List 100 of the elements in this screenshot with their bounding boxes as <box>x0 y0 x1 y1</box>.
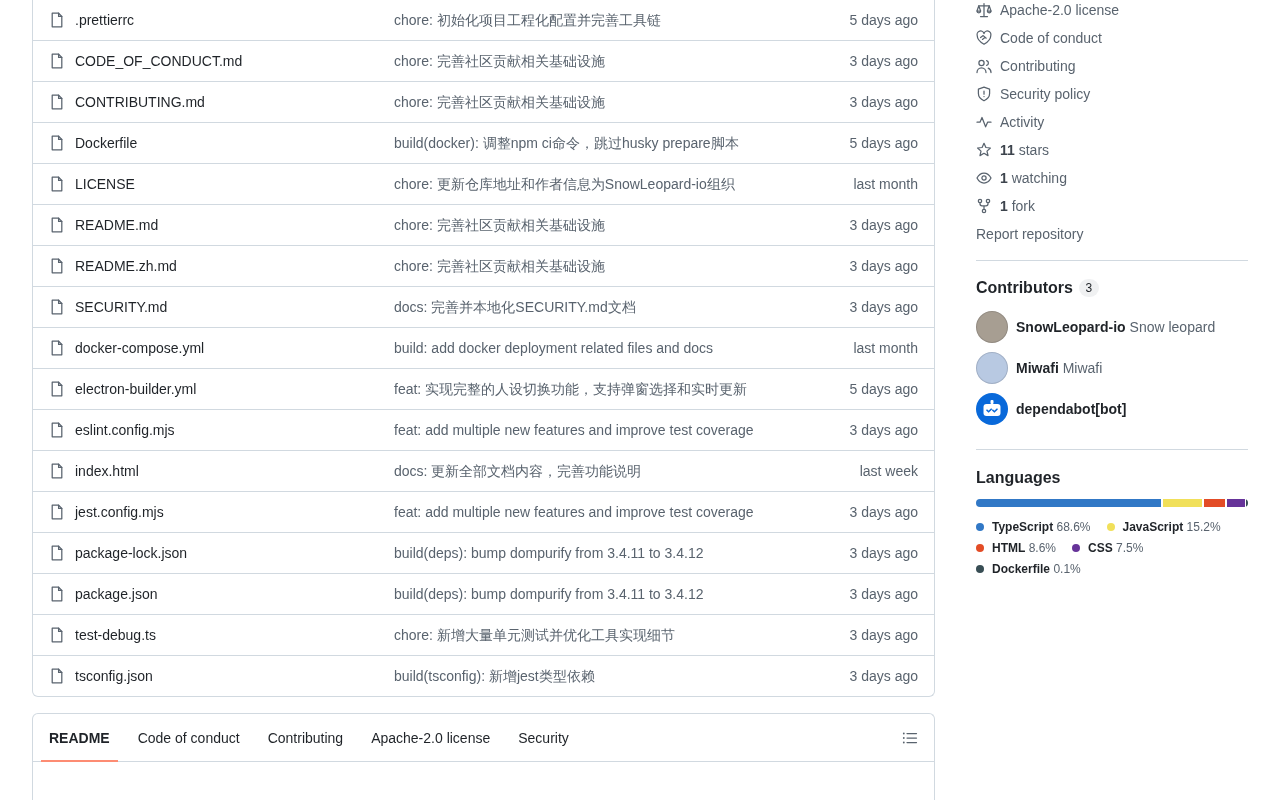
contributor-link[interactable]: Miwafi Miwafi <box>1016 358 1103 378</box>
commit-message-link[interactable]: build(deps): bump dompurify from 3.4.11 to 3.4.12 <box>394 543 704 563</box>
languages-heading: Languages <box>976 468 1062 488</box>
commit-time: 3 days ago <box>849 503 918 522</box>
file-name-link[interactable]: docker-compose.yml <box>75 338 205 358</box>
readme-tab[interactable]: README <box>41 714 118 762</box>
contributor-count: 3 <box>1078 279 1099 297</box>
commit-message-link[interactable]: feat: 实现完整的人设切换功能，支持弹窗选择和实时更新 <box>394 379 748 399</box>
readme-tab[interactable]: Contributing <box>259 714 352 762</box>
file-name-link[interactable]: jest.config.mjs <box>75 502 164 522</box>
commit-time: 3 days ago <box>849 93 918 112</box>
file-name-link[interactable]: .prettierrc <box>75 10 135 30</box>
file-name-link[interactable]: README.md <box>75 215 159 235</box>
commit-message-link[interactable]: docs: 完善并本地化SECURITY.md文档 <box>394 297 636 317</box>
file-name-link[interactable]: eslint.config.mjs <box>75 420 175 440</box>
contributor-link[interactable]: SnowLeopard-io Snow leopard <box>1016 317 1216 337</box>
shield-icon <box>976 86 992 102</box>
avatar-placeholder[interactable] <box>976 311 1008 343</box>
readme-tab[interactable]: Apache-2.0 license <box>363 714 499 762</box>
contributing-link[interactable]: Contributing <box>976 56 1248 76</box>
commit-time: last week <box>859 462 918 481</box>
language-link[interactable]: HTML 8.6% <box>976 539 1057 557</box>
commit-time: 3 days ago <box>849 421 918 440</box>
file-name-link[interactable]: SECURITY.md <box>75 297 168 317</box>
language-link[interactable]: CSS 7.5% <box>1072 539 1144 557</box>
commit-message-link[interactable]: chore: 完善社区贡献相关基础设施 <box>394 215 605 235</box>
license-link[interactable]: Apache-2.0 license <box>976 0 1248 20</box>
file-name-link[interactable]: LICENSE <box>75 174 135 194</box>
heart-icon <box>976 30 992 46</box>
commit-message-link[interactable]: build(deps): bump dompurify from 3.4.11 to 3.4.12 <box>394 584 704 604</box>
code-of-conduct-link[interactable]: Code of conduct <box>976 28 1248 48</box>
list-icon <box>902 730 918 746</box>
file-icon <box>49 217 65 233</box>
commit-time: 3 days ago <box>849 667 918 686</box>
file-icon <box>49 135 65 151</box>
file-name-link[interactable]: CONTRIBUTING.md <box>75 92 205 112</box>
file-icon <box>49 668 65 684</box>
readme-tab[interactable]: Code of conduct <box>129 714 248 762</box>
report-repository-link[interactable]: Report repository <box>976 224 1084 244</box>
file-icon <box>49 299 65 315</box>
commit-message-link[interactable]: chore: 完善社区贡献相关基础设施 <box>394 92 605 112</box>
commit-time: 3 days ago <box>849 52 918 71</box>
commit-time: 3 days ago <box>849 626 918 645</box>
activity-link[interactable]: Activity <box>976 112 1248 132</box>
file-name-link[interactable]: electron-builder.yml <box>75 379 197 399</box>
fork-icon <box>976 198 992 214</box>
file-name-link[interactable]: test-debug.ts <box>75 625 156 645</box>
scale-icon <box>976 2 992 18</box>
language-bar-segment <box>1163 499 1202 507</box>
forks-link[interactable]: 1 fork <box>976 196 1248 216</box>
watchers-link[interactable]: 1 watching <box>976 168 1248 188</box>
commit-time: 3 days ago <box>849 216 918 235</box>
language-link[interactable]: TypeScript 68.6% <box>976 518 1091 536</box>
pulse-icon <box>976 114 992 130</box>
commit-message-link[interactable]: build: add docker deployment related files and docs <box>394 338 714 358</box>
commit-time: 5 days ago <box>849 11 918 30</box>
commit-time: 5 days ago <box>849 380 918 399</box>
file-icon <box>49 463 65 479</box>
contributors-heading[interactable]: Contributors <box>976 276 1073 300</box>
commit-time: 5 days ago <box>849 134 918 153</box>
file-name-link[interactable]: package-lock.json <box>75 543 188 563</box>
file-icon <box>49 504 65 520</box>
commit-message-link[interactable]: docs: 更新全部文档内容，完善功能说明 <box>394 461 642 481</box>
file-name-link[interactable]: Dockerfile <box>75 133 138 153</box>
file-icon <box>49 176 65 192</box>
file-icon <box>49 381 65 397</box>
commit-message-link[interactable]: build(tsconfig): 新增jest类型依赖 <box>394 666 595 686</box>
language-link[interactable]: Dockerfile 0.1% <box>976 560 1081 578</box>
commit-message-link[interactable]: chore: 完善社区贡献相关基础设施 <box>394 256 605 276</box>
file-name-link[interactable]: package.json <box>75 584 158 604</box>
commit-message-link[interactable]: chore: 初始化项目工程化配置并完善工具链 <box>394 10 661 30</box>
file-name-link[interactable]: index.html <box>75 461 139 481</box>
bot-avatar-icon[interactable] <box>976 393 1008 425</box>
commit-time: 3 days ago <box>849 298 918 317</box>
commit-time: last month <box>853 175 918 194</box>
readme-tab[interactable]: Security <box>510 714 577 762</box>
commit-message-link[interactable]: feat: add multiple new features and improve test coverage <box>394 502 754 522</box>
file-icon <box>49 422 65 438</box>
commit-message-link[interactable]: chore: 更新仓库地址和作者信息为SnowLeopard-io组织 <box>394 174 735 194</box>
file-icon <box>49 12 65 28</box>
commit-time: last month <box>853 339 918 358</box>
contributor-link[interactable]: dependabot[bot] <box>1016 399 1127 419</box>
commit-message-link[interactable]: build(docker): 调整npm ci命令，跳过husky prepare脚本 <box>394 133 739 153</box>
security-policy-link[interactable]: Security policy <box>976 84 1248 104</box>
language-bar-segment <box>1204 499 1225 507</box>
file-icon <box>49 340 65 356</box>
file-name-link[interactable]: README.zh.md <box>75 256 177 276</box>
file-icon <box>49 53 65 69</box>
people-icon <box>976 58 992 74</box>
file-icon <box>49 258 65 274</box>
commit-message-link[interactable]: feat: add multiple new features and improve test coverage <box>394 420 754 440</box>
commit-time: 3 days ago <box>849 257 918 276</box>
file-name-link[interactable]: tsconfig.json <box>75 666 153 686</box>
commit-message-link[interactable]: chore: 完善社区贡献相关基础设施 <box>394 51 605 71</box>
file-name-link[interactable]: CODE_OF_CONDUCT.md <box>75 51 243 71</box>
file-icon <box>49 627 65 643</box>
commit-time: 3 days ago <box>849 544 918 563</box>
commit-message-link[interactable]: chore: 新增大量单元测试并优化工具实现细节 <box>394 625 675 645</box>
stars-link[interactable]: 11 stars <box>976 140 1248 160</box>
language-link[interactable]: JavaScript 15.2% <box>1106 518 1221 536</box>
